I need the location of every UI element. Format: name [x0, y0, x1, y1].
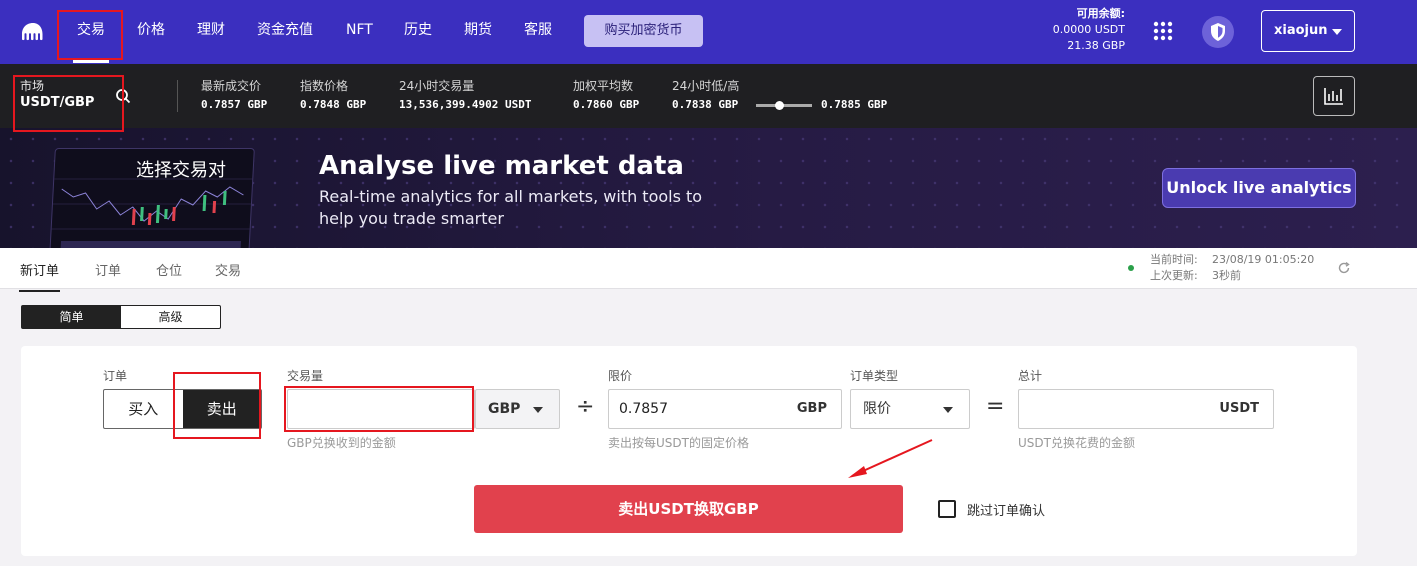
submit-sell-button[interactable]: 卖出USDT换取GBP [474, 485, 903, 533]
limit-price-unit: GBP [796, 401, 827, 416]
amount-label: 交易量 [287, 369, 324, 383]
market-divider [177, 80, 178, 112]
stat-label-vwap: 加权平均数 [573, 79, 634, 93]
range-slider-knob [774, 101, 784, 110]
nav-item-prices[interactable]: 价格 [137, 0, 165, 60]
stat-value-vwap: 0.7860 GBP [573, 98, 640, 111]
user-menu-button[interactable]: xiaojun [1261, 10, 1355, 52]
sell-button[interactable]: 卖出 [182, 390, 261, 428]
shield-icon [1211, 23, 1225, 41]
amount-field-wrap [287, 389, 475, 429]
tab-new-order[interactable]: 新订单 [18, 260, 61, 292]
stat-label-24h-range: 24小时低/高 [672, 79, 740, 93]
balance-gbp: 21.38 GBP [1067, 39, 1125, 52]
market-pair-selector[interactable]: USDT/GBP [20, 95, 94, 110]
stat-label-24h-volume: 24小时交易量 [399, 79, 475, 93]
market-label: 市场 [20, 79, 45, 93]
nav-item-history[interactable]: 历史 [404, 0, 432, 60]
tab-positions[interactable]: 仓位 [156, 260, 182, 279]
banner-heading: Analyse live market data [319, 151, 684, 181]
stat-value-index-price: 0.7848 GBP [300, 98, 367, 111]
total-hint: USDT兑换花费的金额 [1018, 436, 1135, 450]
buy-crypto-button[interactable]: 购买加密货币 [584, 15, 703, 47]
amount-currency-select[interactable]: GBP [475, 389, 560, 429]
current-time-label: 当前时间: [1150, 253, 1198, 266]
market-bar: 市场 USDT/GBP 最新成交价 0.7857 GBP 指数价格 0.7848… [0, 64, 1417, 128]
nav-item-earn[interactable]: 理财 [197, 0, 225, 60]
stat-value-24h-volume: 13,536,399.4902 USDT [399, 98, 532, 111]
divide-operator: ÷ [576, 394, 595, 419]
nav-item-support[interactable]: 客服 [524, 0, 552, 60]
order-tabs-bar: 新订单 订单 仓位 交易 当前时间: 23/08/19 01:05:20 上次更新… [0, 248, 1417, 292]
time-info: 当前时间: 23/08/19 01:05:20 上次更新: 3秒前 [1150, 252, 1314, 284]
order-side-label: 订单 [103, 369, 128, 383]
balance-usdt: 0.0000 USDT [1052, 23, 1125, 36]
skip-confirmation-checkbox[interactable] [938, 500, 956, 518]
order-side-toggle: 买入 卖出 [103, 389, 262, 429]
preview-title: 选择交易对 [136, 160, 226, 181]
mode-simple-button[interactable]: 简单 [22, 306, 121, 328]
top-nav: 交易 价格 理财 资金充值 NFT 历史 期货 客服 购买加密货币 可用余额: … [0, 0, 1417, 64]
available-balance: 可用余额: 0.0000 USDT 21.38 GBP [1053, 6, 1125, 54]
amount-input[interactable] [288, 390, 474, 428]
stat-value-24h-high: 0.7885 GBP [821, 98, 888, 111]
buy-button[interactable]: 买入 [104, 390, 183, 428]
amount-hint: GBP兑换收到的金额 [287, 436, 396, 450]
stat-value-24h-low: 0.7838 GBP [672, 98, 739, 111]
current-time-value: 23/08/19 01:05:20 [1212, 253, 1315, 266]
banner-subtitle: Real-time analytics for all markets, wit… [319, 187, 703, 228]
stat-label-last-price: 最新成交价 [201, 79, 262, 93]
chevron-down-icon [533, 407, 543, 413]
limit-price-hint: 卖出按每USDT的固定价格 [608, 436, 749, 450]
total-unit: USDT [1219, 401, 1259, 416]
amount-currency-value: GBP [488, 401, 521, 417]
range-slider [756, 101, 812, 110]
balance-title: 可用余额: [1076, 7, 1125, 20]
stat-label-index-price: 指数价格 [300, 79, 349, 93]
mode-advanced-button[interactable]: 高级 [121, 306, 220, 328]
last-update-value: 3秒前 [1212, 269, 1241, 282]
tab-trades[interactable]: 交易 [215, 260, 241, 279]
nav-item-nft[interactable]: NFT [346, 0, 373, 60]
last-update-label: 上次更新: [1150, 269, 1198, 282]
tab-orders[interactable]: 订单 [95, 260, 121, 279]
chevron-down-icon [1332, 29, 1342, 35]
chart-toggle-button[interactable] [1313, 76, 1355, 116]
total-field: USDT [1018, 389, 1274, 429]
kraken-logo-icon[interactable] [20, 22, 46, 42]
limit-price-label: 限价 [608, 369, 633, 383]
promo-banner: 选择交易对 Analyse live market data Real-time… [0, 128, 1417, 248]
nav-item-trade[interactable]: 交易 [73, 0, 109, 63]
order-type-label: 订单类型 [850, 369, 899, 383]
security-button[interactable] [1202, 16, 1234, 48]
order-type-select[interactable]: 限价 [850, 389, 970, 429]
username: xiaojun [1274, 23, 1328, 38]
refresh-icon[interactable] [1337, 261, 1351, 275]
unlock-analytics-button[interactable]: Unlock live analytics [1162, 168, 1356, 208]
order-mode-toggle: 简单 高级 [21, 305, 221, 329]
skip-confirmation-label[interactable]: 跳过订单确认 [967, 500, 1045, 519]
grid-apps-icon[interactable] [1153, 21, 1173, 41]
nav-item-futures[interactable]: 期货 [464, 0, 492, 60]
bar-chart-icon [1324, 88, 1343, 105]
equals-operator: = [986, 394, 1005, 419]
search-icon[interactable] [115, 88, 131, 104]
connection-status-dot [1128, 265, 1134, 271]
total-label: 总计 [1018, 369, 1043, 383]
order-type-value: 限价 [863, 401, 891, 417]
limit-price-field: GBP [608, 389, 842, 429]
nav-item-deposit[interactable]: 资金充值 [257, 0, 313, 60]
stat-value-last-price: 0.7857 GBP [201, 98, 268, 111]
chevron-down-icon [943, 407, 953, 413]
